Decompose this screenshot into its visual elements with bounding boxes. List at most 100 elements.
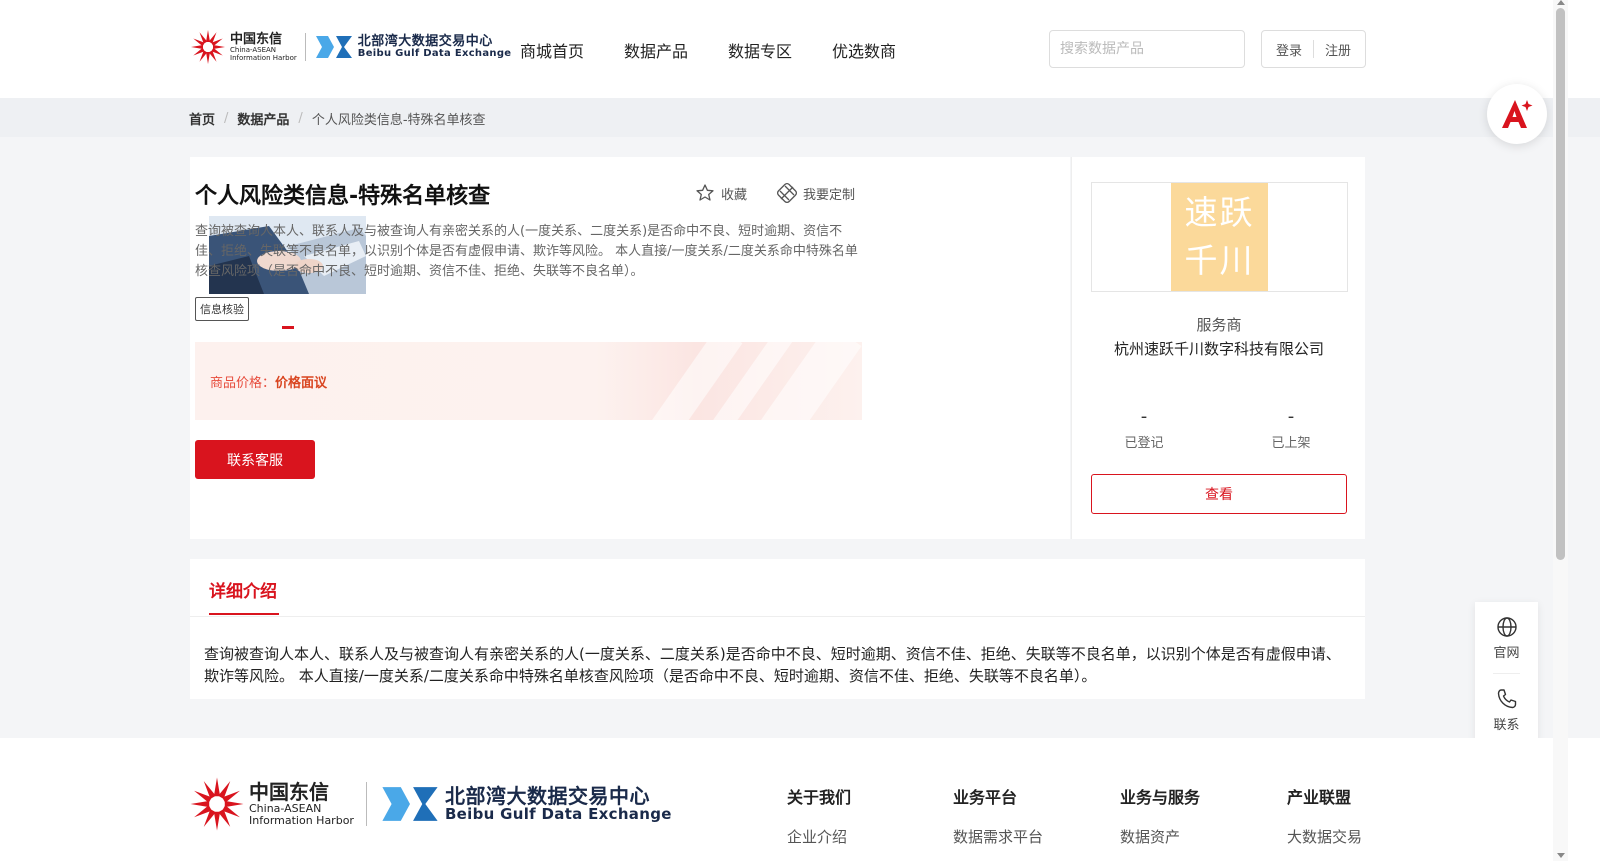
product-description: 查询被查询人本人、联系人及与被查询人有亲密关系的人(一度关系、二度关系)是否命中… [195,224,858,279]
register-link[interactable]: 注册 [1325,40,1351,59]
detail-text: 查询被查询人本人、联系人及与被查询人有亲密关系的人(一度关系、二度关系)是否命中… [204,645,1341,685]
listed-stat: - 已上架 [1241,406,1341,452]
price-text: 商品价格：价格面议 [210,372,327,391]
contact-side-label: 联系 [1493,718,1520,733]
nav-item-mall-home[interactable]: 商城首页 [520,38,584,62]
price-box: 商品价格：价格面议 [195,342,862,420]
favorite-label: 收藏 [721,187,748,203]
china-telecom-burst-icon [190,777,244,831]
provider-logo-frame: 速跃 千川 [1091,182,1348,292]
provider-logo-line1: 速跃 [1184,193,1255,232]
breadcrumb-category[interactable]: 数据产品 [237,109,289,128]
china-telecom-logo: 中国东信 China-ASEAN Information Harbor [190,29,297,65]
footer-heading: 产业联盟 [1287,788,1352,807]
footer-column-alliance: 产业联盟 大数据交易 [1287,784,1362,847]
breadcrumb-bar: 首页 / 数据产品 / 个人风险类信息-特殊名单核查 [0,98,1600,137]
product-tag: 信息核验 [195,297,249,321]
footer: 中国东信 China-ASEAN Information Harbor 北部湾大… [0,738,1600,861]
scroll-down-arrow-icon[interactable] [1557,853,1565,858]
listed-value: - [1287,406,1295,427]
auth-box: 登录 注册 [1261,30,1366,68]
side-float-panel: 官网 联系 [1475,602,1538,743]
tab-detail-intro[interactable]: 详细介绍 [209,577,277,602]
login-link[interactable]: 登录 [1276,40,1302,59]
contact-service-button[interactable]: 联系客服 [195,440,315,479]
ai-assistant-button[interactable] [1487,84,1547,144]
footer-china-telecom-logo: 中国东信 China-ASEAN Information Harbor [189,776,354,832]
thumbnail-indicator[interactable] [282,326,294,329]
footer-heading: 业务与服务 [1120,788,1201,807]
product-title: 个人风险类信息-特殊名单核查 [195,184,491,209]
official-website-button[interactable]: 官网 [1475,616,1538,661]
footer-logo: 中国东信 China-ASEAN Information Harbor 北部湾大… [189,776,672,832]
globe-icon [1496,617,1517,637]
beibu-gulf-mark-icon [382,787,438,821]
phone-icon [1497,689,1516,709]
price-value: 价格面议 [275,376,328,391]
provider-logo-line2: 千川 [1184,241,1255,280]
customize-icon [777,183,798,203]
scrollbar-thumb[interactable] [1556,8,1565,560]
search-input[interactable] [1060,41,1234,57]
search-box [1049,30,1245,68]
footer-china-telecom-name: 中国东信 [249,780,329,804]
footer-exchange-name-en: Beibu Gulf Data Exchange [444,804,672,823]
provider-label: 服务商 [1196,316,1242,334]
registered-stat: - 已登记 [1094,406,1194,452]
footer-heading: 业务平台 [953,788,1018,807]
china-telecom-burst-icon [191,30,225,64]
ai-assistant-icon [1502,100,1533,128]
exchange-name-en: Beibu Gulf Data Exchange [357,47,512,59]
site-logo[interactable]: 中国东信 China-ASEAN Information Harbor 北部湾大… [190,29,511,65]
detail-section: 详细介绍 查询被查询人本人、联系人及与被查询人有亲密关系的人(一度关系、二度关系… [190,559,1365,699]
registered-label: 已登记 [1124,436,1164,451]
footer-column-about: 关于我们 企业介绍 [787,784,851,847]
product-actions: 收藏 我要定制 [695,183,855,203]
nav-item-data-products[interactable]: 数据产品 [624,38,688,62]
breadcrumb-separator: / [298,111,303,126]
logo-divider [304,33,306,61]
breadcrumb-home[interactable]: 首页 [189,109,215,128]
footer-link[interactable]: 数据需求平台 [953,826,1043,847]
provider-logo: 速跃 千川 [1171,183,1268,291]
provider-name: 杭州速跃千川数字科技有限公司 [1113,340,1324,358]
auth-separator [1313,40,1314,58]
footer-column-platform: 业务平台 数据需求平台 [953,784,1043,847]
breadcrumb-separator: / [224,111,229,126]
footer-heading: 关于我们 [787,788,852,807]
registered-value: - [1140,406,1148,427]
price-label: 商品价格： [210,376,276,391]
star-icon [696,184,714,201]
favorite-button[interactable]: 收藏 [695,183,747,203]
provider-card: 速跃 千川 服务商 杭州速跃千川数字科技有限公司 查看 [1071,157,1365,539]
china-telecom-name: 中国东信 [230,31,283,47]
nav-item-preferred-vendors[interactable]: 优选数商 [832,38,896,62]
nav-item-data-zone[interactable]: 数据专区 [728,38,792,62]
china-telecom-en1: China-ASEAN [230,45,277,54]
footer-china-telecom-en2: Information Harbor [249,814,354,827]
official-website-label: 官网 [1493,646,1520,661]
footer-logo-divider [365,782,367,826]
detail-divider [190,616,1365,617]
breadcrumb: 首页 / 数据产品 / 个人风险类信息-特殊名单核查 [189,109,486,128]
view-provider-button[interactable]: 查看 [1091,474,1347,514]
customize-label: 我要定制 [803,187,856,203]
china-telecom-en2: Information Harbor [230,53,297,62]
side-float-divider [1493,673,1520,674]
scroll-up-arrow-icon[interactable] [1557,0,1565,5]
customize-button[interactable]: 我要定制 [777,183,855,203]
footer-link[interactable]: 大数据交易 [1287,826,1362,847]
footer-link[interactable]: 数据资产 [1120,826,1200,847]
tab-active-indicator [209,613,279,615]
listed-label: 已上架 [1271,436,1311,451]
contact-side-button[interactable]: 联系 [1475,688,1538,733]
footer-china-telecom-en1: China-ASEAN [249,802,322,815]
footer-link[interactable]: 企业介绍 [787,826,851,847]
header: 中国东信 China-ASEAN Information Harbor 北部湾大… [0,0,1600,98]
exchange-name-cn: 北部湾大数据交易中心 [357,33,493,49]
footer-exchange-name-cn: 北部湾大数据交易中心 [444,783,650,808]
beibu-gulf-mark-icon [315,36,352,58]
breadcrumb-current: 个人风险类信息-特殊名单核查 [311,113,486,128]
page-scrollbar[interactable] [1553,0,1568,861]
main-nav: 商城首页 数据产品 数据专区 优选数商 [520,38,896,62]
